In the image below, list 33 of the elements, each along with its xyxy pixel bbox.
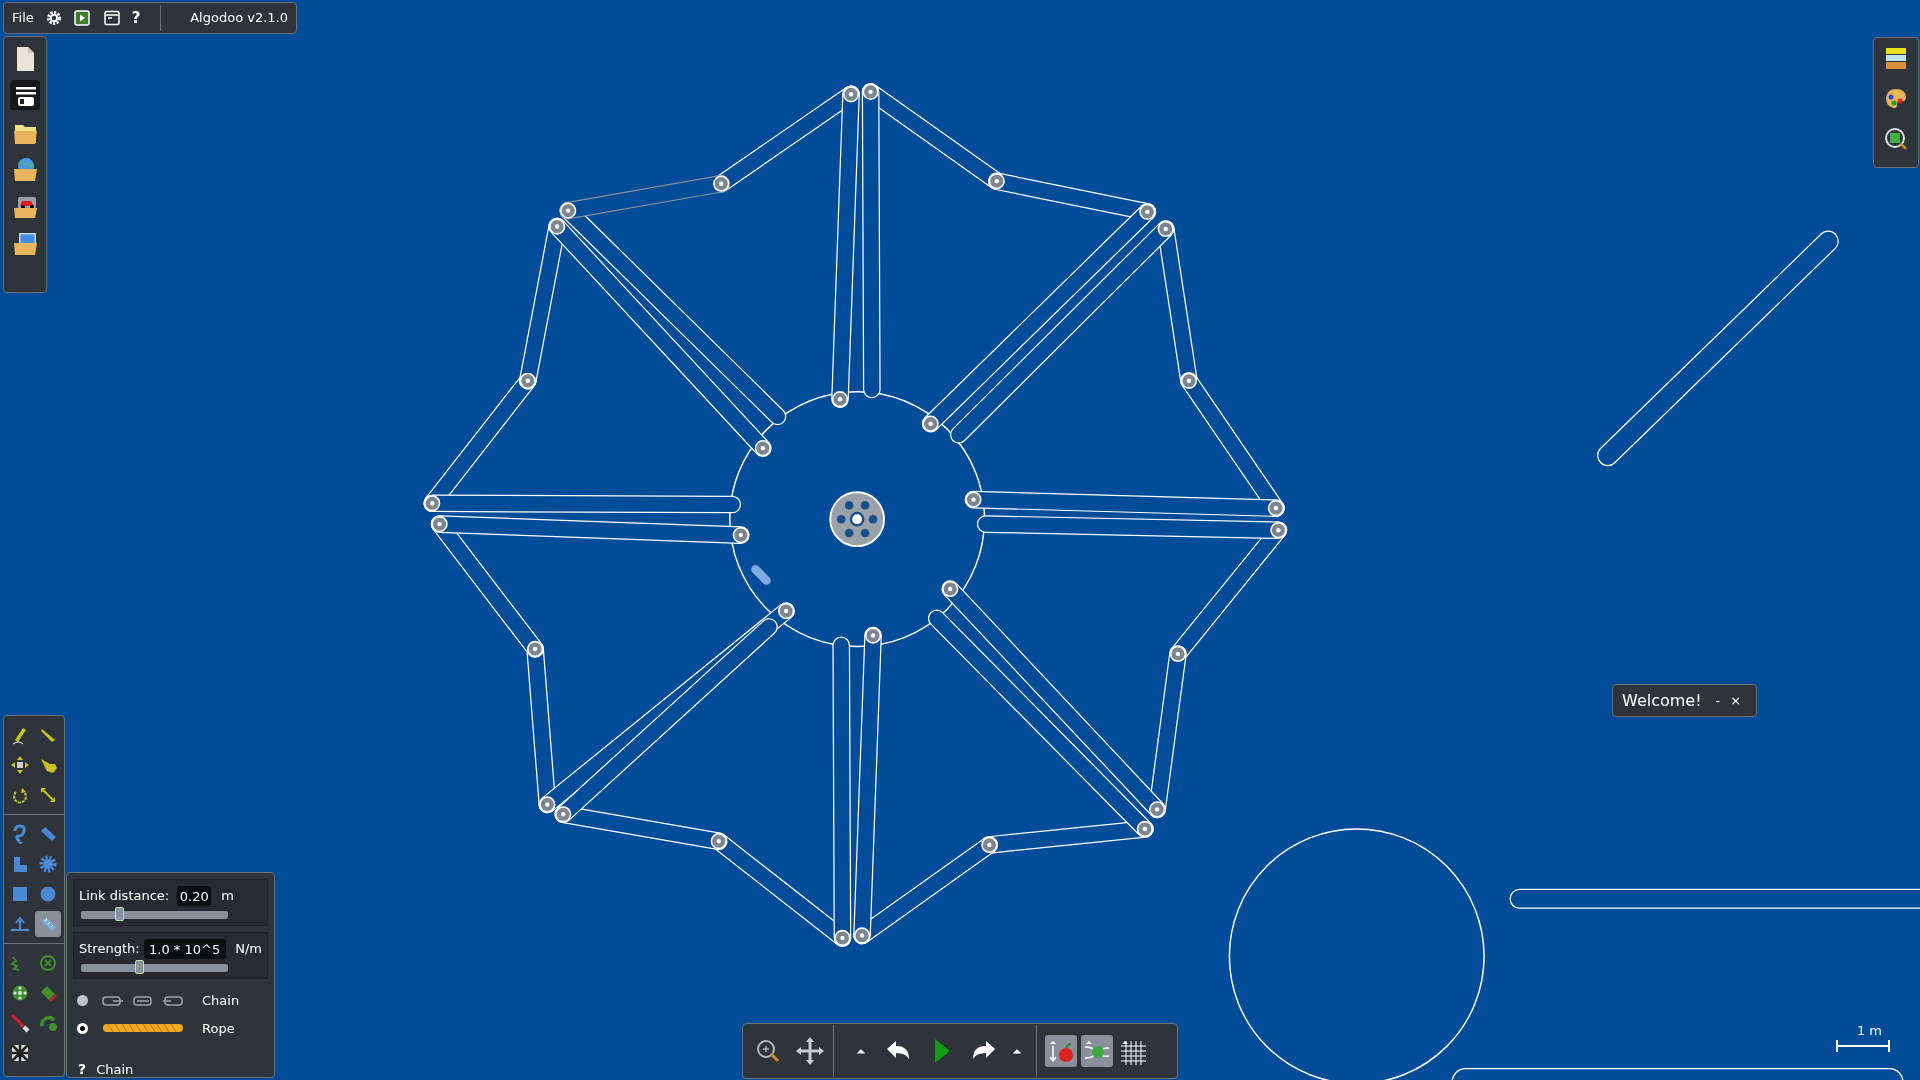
welcome-title: Welcome! [1622,689,1702,712]
save-icon[interactable] [10,80,40,110]
rope-preview-icon [102,1023,184,1034]
settings-icon[interactable] [45,10,62,26]
slider-thumb[interactable] [114,907,124,921]
close-button[interactable]: × [1730,690,1742,711]
unit-label: m [221,887,234,906]
option-label: Chain [202,992,240,1010]
scale-bar-icon [1836,1040,1890,1052]
app-title: Algodoo v2.1.0 [190,9,288,28]
file-menu[interactable]: File [4,3,42,33]
option-label: Rope [202,1019,235,1038]
material-icon[interactable] [1883,46,1909,72]
slider-thumb[interactable] [135,960,145,974]
minimize-button[interactable]: - [1715,690,1721,711]
unit-label: N/m [235,940,262,959]
help-label: Chain [96,1060,134,1079]
chain-preview-icon [102,995,184,1006]
rope-piece-shape [751,565,771,585]
scale-label: 1 m [1856,1024,1882,1037]
field-label: Link distance: [79,887,170,906]
radio-button[interactable] [77,1022,88,1034]
play-window-icon[interactable] [73,10,90,26]
value-field[interactable]: 0.20 [177,886,212,906]
window-icon[interactable] [103,10,120,26]
value-field[interactable]: 1.0 * 10^5 [143,939,226,959]
radio-button[interactable] [77,995,88,1007]
help-button[interactable]: ? [131,6,141,30]
gravity-toggle[interactable] [1045,1035,1077,1067]
air-friction-toggle[interactable] [1081,1035,1113,1067]
zoom-to-object-icon[interactable] [1883,126,1909,152]
field-label: Strength: [79,940,140,959]
help-icon[interactable]: ? [78,1059,87,1080]
